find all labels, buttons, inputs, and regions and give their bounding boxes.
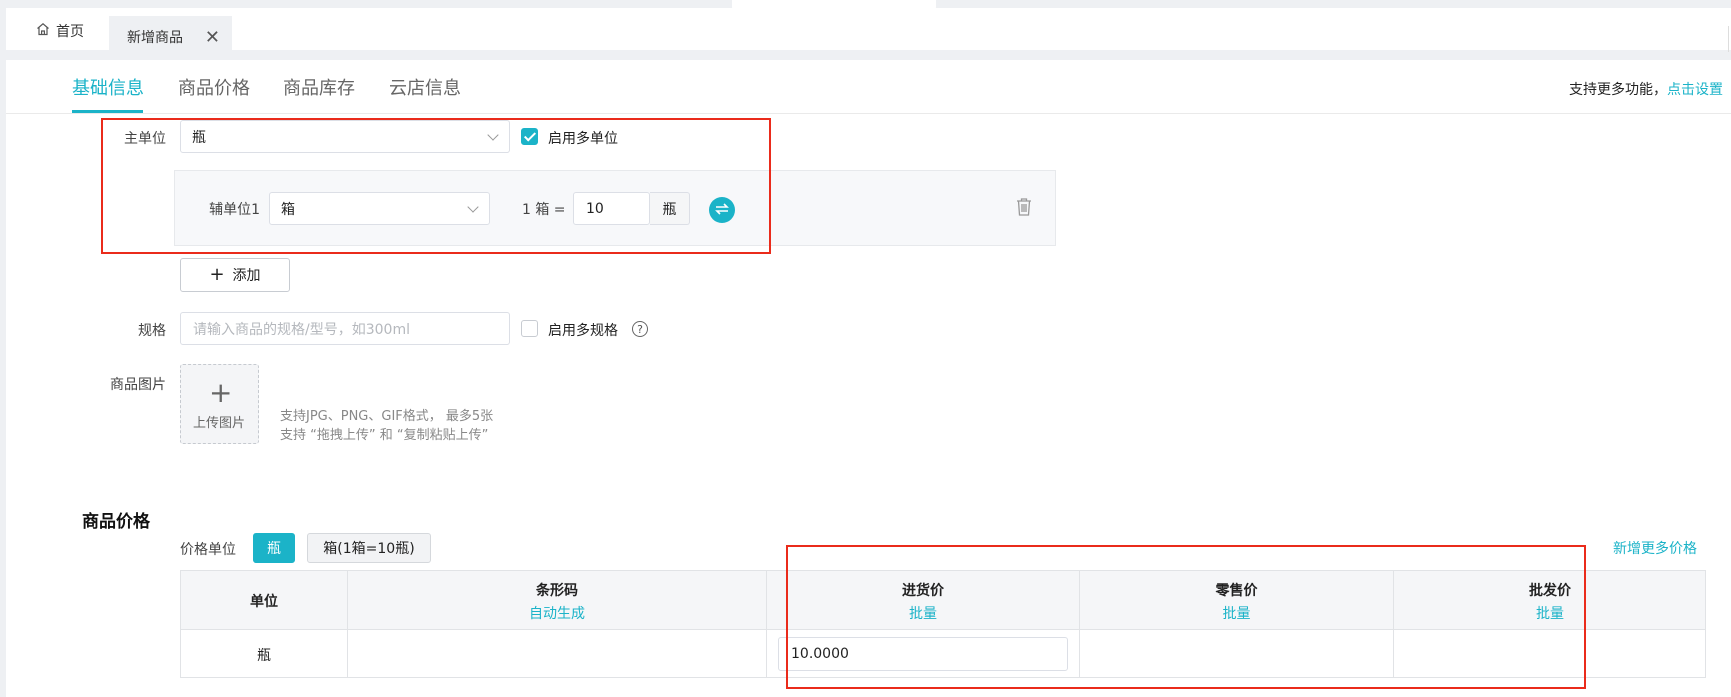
price-section-title: 商品价格 [82,512,150,532]
upload-hint-methods: 支持 “拖拽上传” 和 “复制粘贴上传” [280,428,489,443]
support-more-features: 支持更多功能，点击设置 [1569,79,1723,99]
nav-active-indicator [72,110,143,113]
add-button-label: 添加 [232,268,261,284]
home-icon [36,22,50,40]
plus-icon: + [209,376,233,409]
tab-bar-divider [1728,26,1729,52]
add-aux-unit-button[interactable]: + 添加 [180,258,290,292]
help-icon[interactable]: ? [632,321,648,337]
page-tab-bar: 首页 新增商品 ✕ [6,8,1731,58]
image-label: 商品图片 [110,377,166,393]
tab-new-product[interactable]: 新增商品 ✕ [109,16,232,58]
close-icon[interactable]: ✕ [205,27,220,48]
tab-new-product-label: 新增商品 [127,30,183,46]
multi-spec-label: 启用多规格 [548,323,618,339]
add-more-prices-link[interactable]: 新增更多价格 [1613,538,1697,558]
plus-icon: + [209,264,225,285]
price-unit-option-box[interactable]: 箱(1箱=10瓶) [307,533,431,563]
tab-home[interactable]: 首页 [36,20,84,42]
column-unit: 单位 瓶 [181,571,348,677]
section-nav: 基础信息 商品价格 商品库存 云店信息 支持更多功能，点击设置 [6,60,1731,114]
nav-tab-product-price[interactable]: 商品价格 [178,74,250,100]
nav-tab-cloud-store[interactable]: 云店信息 [389,74,461,100]
trash-icon[interactable] [1015,197,1033,221]
highlight-box-prices [786,545,1586,689]
upload-image-button[interactable]: + 上传图片 [180,364,259,444]
table-cell-unit: 瓶 [257,648,271,664]
tab-home-label: 首页 [56,24,84,40]
multi-spec-checkbox[interactable] [521,320,538,337]
highlight-box-units [101,118,771,254]
price-unit-option-bottle[interactable]: 瓶 [253,533,295,563]
support-text: 支持更多功能， [1569,82,1667,98]
spec-label: 规格 [138,323,166,339]
spec-input[interactable]: 请输入商品的规格/型号，如300ml [180,312,510,345]
upload-hint-formats: 支持JPG、PNG、GIF格式， 最多5张 [280,409,494,424]
spec-placeholder: 请输入商品的规格/型号，如300ml [193,321,410,338]
column-barcode: 条形码 自动生成 [348,571,767,677]
column-header: 单位 [250,594,278,610]
app-root: 首页 新增商品 ✕ 基础信息 商品价格 商品库存 云店信息 支持更多功能，点击设… [0,0,1731,697]
nav-tab-basic-info[interactable]: 基础信息 [72,74,144,100]
upload-label: 上传图片 [193,416,246,431]
nav-tab-product-stock[interactable]: 商品库存 [283,74,355,100]
price-unit-option-label: 瓶 [267,541,281,557]
click-settings-link[interactable]: 点击设置 [1667,82,1723,98]
column-header: 条形码 [536,583,578,599]
auto-generate-link[interactable]: 自动生成 [348,603,766,623]
price-unit-option-label: 箱(1箱=10瓶) [323,541,415,557]
price-unit-label: 价格单位 [180,542,236,558]
